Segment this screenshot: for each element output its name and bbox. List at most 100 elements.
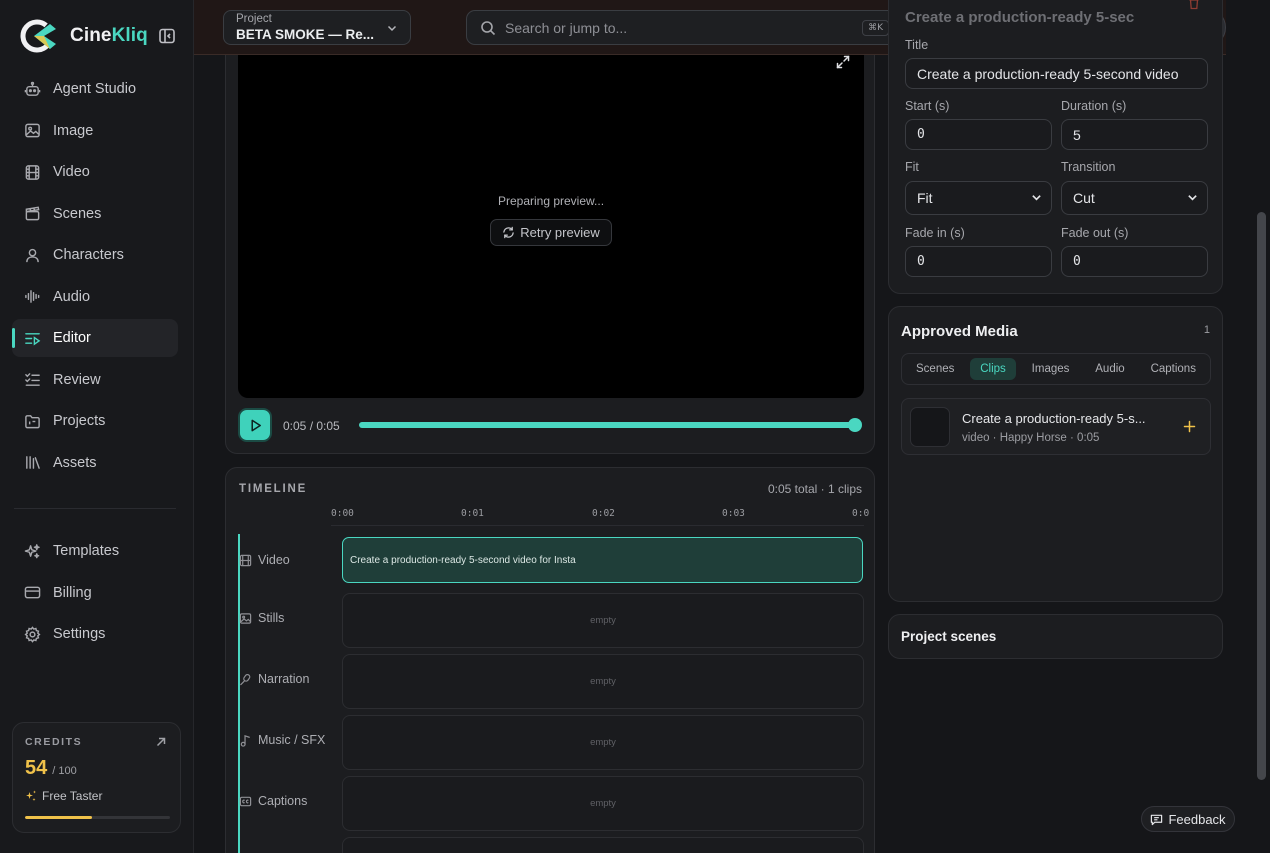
- fade-out-input[interactable]: 0: [1061, 246, 1208, 277]
- timeline-clip[interactable]: Create a production-ready 5-second video…: [342, 537, 863, 583]
- waveform-icon: [25, 290, 40, 303]
- user-icon: [26, 248, 39, 262]
- retry-preview-button[interactable]: Retry preview: [490, 219, 612, 246]
- nav-item-templates[interactable]: Templates: [12, 532, 178, 570]
- video-preview[interactable]: Preparing preview... Retry preview: [238, 55, 864, 398]
- plus-icon[interactable]: [1183, 420, 1196, 433]
- start-label: Start (s): [905, 99, 950, 113]
- fade-in-input[interactable]: 0: [905, 246, 1052, 277]
- refresh-icon: [503, 226, 515, 239]
- tab-clips[interactable]: Clips: [970, 358, 1016, 380]
- timeline-ruler[interactable]: 0:00 0:01 0:02 0:03 0:0: [331, 508, 869, 526]
- tab-captions[interactable]: Captions: [1141, 358, 1206, 380]
- microphone-icon: [240, 673, 251, 685]
- nav-label: Audio: [53, 288, 91, 305]
- play-button[interactable]: [238, 408, 272, 442]
- search-bar[interactable]: ⌘K: [466, 10, 903, 45]
- nav-label: Billing: [53, 584, 92, 601]
- timeline-summary: 0:05 total · 1 clips: [767, 482, 862, 496]
- music-note-icon: [240, 734, 250, 747]
- fit-label: Fit: [905, 160, 919, 174]
- nav-item-scenes[interactable]: Scenes: [12, 195, 178, 233]
- scrubber[interactable]: [359, 418, 862, 432]
- nav-item-video[interactable]: Video: [12, 153, 178, 191]
- nav-item-editor[interactable]: Editor: [12, 319, 178, 357]
- sparkles-icon: [26, 790, 36, 801]
- track-video: Video Create a production-ready 5-second…: [239, 535, 864, 590]
- nav-item-projects[interactable]: Projects: [12, 402, 178, 440]
- nav-item-assets[interactable]: Assets: [12, 444, 178, 482]
- credits-card[interactable]: CREDITS 54 / 100 Free Taster: [12, 722, 181, 833]
- clapperboard-icon: [25, 206, 40, 221]
- track-captions: Captions empty: [239, 776, 864, 831]
- sidebar-collapse-icon[interactable]: [158, 27, 176, 45]
- captions-icon: [239, 796, 252, 806]
- sidebar: CineKliq Agent Studio Image Video Scenes…: [0, 0, 194, 853]
- nav-label: Review: [53, 371, 101, 388]
- arrow-up-right-icon[interactable]: [155, 736, 167, 748]
- fade-out-label: Fade out (s): [1061, 226, 1129, 240]
- library-icon: [26, 456, 40, 469]
- title-input[interactable]: Create a production-ready 5-second video: [905, 58, 1208, 89]
- gear-icon: [24, 625, 41, 643]
- nav-label: Editor: [53, 330, 91, 346]
- project-scenes-panel[interactable]: Project scenes: [888, 614, 1223, 659]
- track-lane[interactable]: empty: [342, 715, 864, 770]
- fit-value: Fit: [917, 190, 933, 206]
- nav-item-billing[interactable]: Billing: [12, 574, 178, 612]
- media-item[interactable]: Create a production-ready 5-s... video ·…: [901, 398, 1211, 455]
- nav-label: Projects: [53, 413, 106, 429]
- track-label: Music / SFX: [239, 733, 325, 747]
- tab-scenes[interactable]: Scenes: [906, 358, 964, 380]
- tab-images[interactable]: Images: [1022, 358, 1080, 380]
- transition-select[interactable]: Cut: [1061, 181, 1208, 215]
- search-input[interactable]: [505, 19, 845, 36]
- fit-select[interactable]: Fit: [905, 181, 1052, 215]
- preview-panel: Preparing preview... Retry preview 0:05 …: [225, 55, 875, 454]
- track-lane[interactable]: empty: [342, 654, 864, 709]
- nav-label: Video: [53, 164, 90, 180]
- project-selector[interactable]: Project BETA SMOKE — Re...: [223, 10, 411, 45]
- track-lane[interactable]: empty: [342, 776, 864, 831]
- checklist-icon: [25, 373, 40, 386]
- fade-in-label: Fade in (s): [905, 226, 965, 240]
- ruler-tick: 0:01: [461, 508, 484, 519]
- track-name: Music / SFX: [258, 733, 326, 747]
- tab-audio[interactable]: Audio: [1085, 358, 1134, 380]
- track-name: Stills: [258, 611, 285, 625]
- message-icon: [1151, 814, 1163, 825]
- start-input[interactable]: 0: [905, 119, 1052, 150]
- trash-icon[interactable]: [1187, 0, 1201, 10]
- ruler-tick: 0:03: [722, 508, 745, 519]
- track-music-sfx: Music / SFX empty: [239, 715, 864, 770]
- track-label: Captions: [239, 794, 307, 808]
- playback-time: 0:05 / 0:05: [283, 419, 340, 433]
- track-lane[interactable]: empty: [342, 593, 864, 648]
- duration-input[interactable]: 5: [1061, 119, 1208, 150]
- track-narration: Narration empty: [239, 654, 864, 709]
- nav-divider: [14, 508, 176, 509]
- nav-item-settings[interactable]: Settings: [12, 615, 178, 653]
- approved-media-count: 1: [1203, 324, 1210, 336]
- page-scrollbar[interactable]: [1257, 212, 1266, 780]
- nav-item-agent-studio[interactable]: Agent Studio: [12, 70, 178, 108]
- chevron-down-icon: [1032, 195, 1041, 201]
- track-lane[interactable]: [342, 837, 864, 853]
- credits-remaining: 54: [25, 757, 48, 779]
- transition-label: Transition: [1061, 160, 1116, 174]
- nav-item-audio[interactable]: Audio: [12, 278, 178, 316]
- nav-item-review[interactable]: Review: [12, 361, 178, 399]
- brand[interactable]: CineKliq: [20, 18, 148, 54]
- preview-status: Preparing preview...: [497, 194, 605, 208]
- nav-label: Settings: [53, 626, 106, 642]
- cinekliq-logo-icon: [20, 19, 56, 53]
- nav-item-characters[interactable]: Characters: [12, 236, 178, 274]
- media-item-title: Create a production-ready 5-s...: [962, 411, 1146, 426]
- feedback-button[interactable]: Feedback: [1141, 806, 1235, 832]
- fullscreen-icon[interactable]: [836, 55, 850, 69]
- scrubber-handle[interactable]: [848, 418, 862, 432]
- plan-name: Free Taster: [42, 789, 103, 803]
- nav-item-image[interactable]: Image: [12, 112, 178, 150]
- brand-name: CineKliq: [70, 25, 148, 46]
- sparkles-icon: [24, 543, 40, 558]
